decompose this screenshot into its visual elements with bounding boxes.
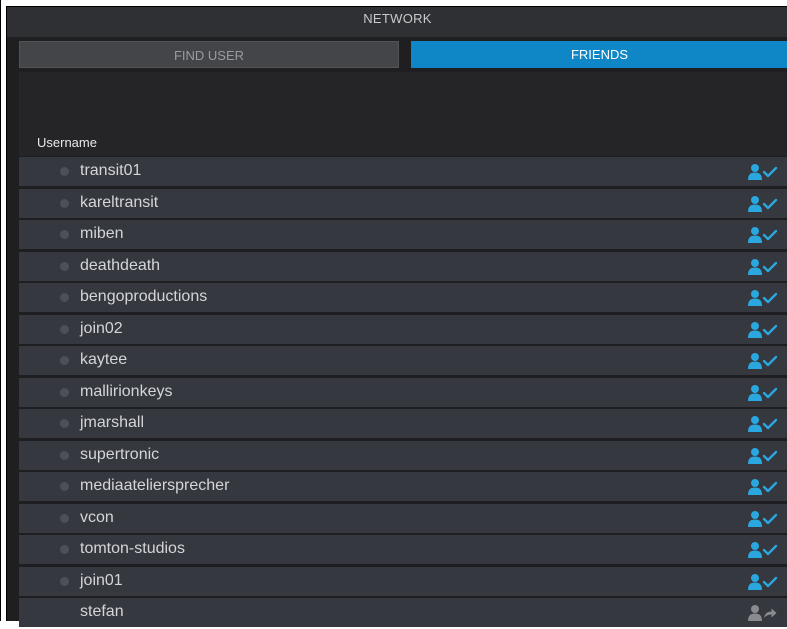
- friend-row[interactable]: tomton-studios: [19, 534, 787, 564]
- window-edge: [0, 0, 1, 621]
- status-dot-icon: [60, 293, 69, 302]
- username-label: stefan: [80, 603, 124, 620]
- status-dot-icon: [60, 356, 69, 365]
- status-dot-icon: [60, 513, 69, 523]
- status-dot-icon: [60, 230, 69, 239]
- username-label: kareltransit: [80, 193, 159, 211]
- username-label: deathdeath: [80, 256, 161, 274]
- status-dot-icon: [60, 324, 69, 334]
- table-header: Username: [19, 72, 787, 156]
- status-dot-icon: [60, 545, 69, 554]
- friend-confirmed-icon[interactable]: [748, 384, 778, 402]
- status-dot-icon: [60, 261, 69, 271]
- username-label: transit01: [80, 162, 142, 179]
- friend-row[interactable]: mallirionkeys: [19, 376, 787, 407]
- status-dot-icon: [60, 387, 69, 397]
- friend-confirmed-icon[interactable]: [748, 226, 778, 244]
- friends-list: transit01 kareltransit miben deathdeath beng…: [19, 156, 787, 629]
- username-label: vcon: [80, 508, 114, 526]
- tab-find-user[interactable]: FIND USER: [19, 41, 399, 68]
- status-dot-icon: [60, 576, 69, 586]
- friend-row[interactable]: mediaateliersprecher: [19, 471, 787, 501]
- friend-confirmed-icon[interactable]: [748, 352, 778, 370]
- friend-confirmed-icon[interactable]: [748, 289, 778, 307]
- friend-row[interactable]: deathdeath: [19, 250, 787, 281]
- friend-confirmed-icon[interactable]: [748, 415, 778, 433]
- username-label: kaytee: [80, 351, 128, 368]
- friend-confirmed-icon[interactable]: [748, 573, 778, 591]
- username-label: mallirionkeys: [80, 382, 173, 400]
- username-label: join01: [80, 571, 123, 589]
- status-dot-icon: [60, 198, 69, 208]
- friend-confirmed-icon[interactable]: [748, 321, 778, 339]
- friend-confirmed-icon[interactable]: [748, 478, 778, 496]
- column-header-username[interactable]: Username: [37, 135, 97, 150]
- status-dot-icon: [60, 419, 69, 428]
- friend-row[interactable]: join01: [19, 565, 787, 596]
- username-label: supertronic: [80, 445, 160, 463]
- status-dot-icon: [60, 482, 69, 491]
- username-label: jmarshall: [80, 414, 145, 431]
- friend-row[interactable]: bengoproductions: [19, 282, 787, 312]
- friend-confirmed-icon[interactable]: [748, 541, 778, 559]
- status-dot-icon: [60, 450, 69, 460]
- friend-confirmed-icon[interactable]: [748, 510, 778, 528]
- username-label: tomton-studios: [80, 540, 185, 557]
- friend-row[interactable]: stefan: [19, 597, 787, 627]
- status-dot-icon: [60, 167, 69, 176]
- username-label: miben: [80, 225, 124, 242]
- username-label: mediaateliersprecher: [80, 477, 230, 494]
- panel-title: NETWORK: [7, 7, 787, 37]
- friend-row[interactable]: miben: [19, 219, 787, 249]
- friend-confirmed-icon[interactable]: [748, 195, 778, 213]
- friend-row[interactable]: transit01: [19, 156, 787, 186]
- network-panel: NETWORK FIND USER FRIENDS Username trans…: [6, 6, 787, 627]
- username-label: join02: [80, 319, 123, 337]
- friend-confirmed-icon[interactable]: [748, 163, 778, 181]
- friend-row[interactable]: kareltransit: [19, 187, 787, 218]
- friend-confirmed-icon[interactable]: [748, 258, 778, 276]
- friend-row[interactable]: vcon: [19, 502, 787, 533]
- friend-row[interactable]: jmarshall: [19, 408, 787, 438]
- friend-confirmed-icon[interactable]: [748, 447, 778, 465]
- friend-request-sent-icon[interactable]: [748, 604, 778, 622]
- friend-row[interactable]: join02: [19, 313, 787, 344]
- friend-row[interactable]: kaytee: [19, 345, 787, 375]
- tab-friends[interactable]: FRIENDS: [411, 41, 787, 68]
- friend-row[interactable]: supertronic: [19, 439, 787, 470]
- username-label: bengoproductions: [80, 288, 208, 305]
